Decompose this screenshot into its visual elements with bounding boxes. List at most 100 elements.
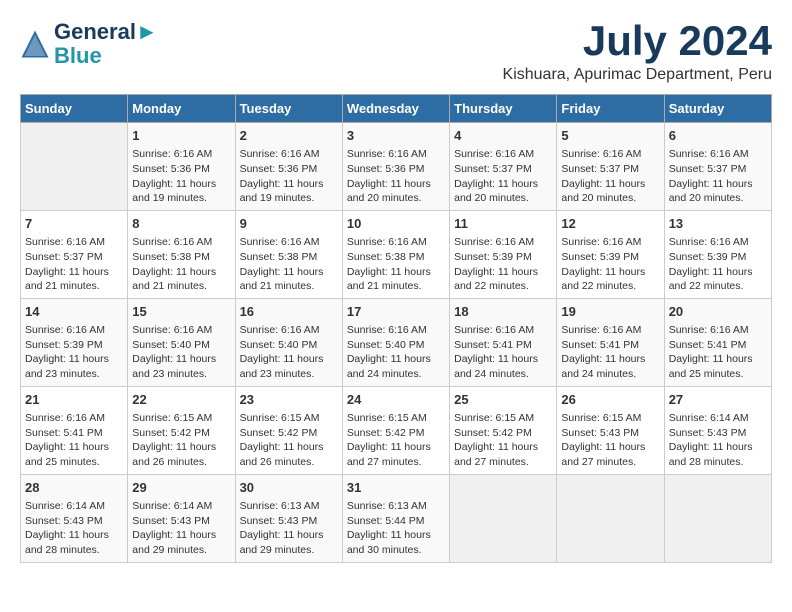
calendar-cell: 9 Sunrise: 6:16 AM Sunset: 5:38 PM Daylig… [235, 210, 342, 298]
day-info: Sunrise: 6:16 AM Sunset: 5:39 PM Dayligh… [454, 235, 552, 294]
day-info: Sunrise: 6:15 AM Sunset: 5:42 PM Dayligh… [347, 411, 445, 470]
calendar-cell: 21 Sunrise: 6:16 AM Sunset: 5:41 PM Dayli… [21, 386, 128, 474]
calendar-cell: 5 Sunrise: 6:16 AM Sunset: 5:37 PM Daylig… [557, 123, 664, 211]
weekday-header: Monday [128, 95, 235, 123]
day-number: 13 [669, 215, 767, 233]
day-number: 7 [25, 215, 123, 233]
day-info: Sunrise: 6:15 AM Sunset: 5:42 PM Dayligh… [240, 411, 338, 470]
calendar-week-row: 7 Sunrise: 6:16 AM Sunset: 5:37 PM Daylig… [21, 210, 772, 298]
calendar-cell: 25 Sunrise: 6:15 AM Sunset: 5:42 PM Dayli… [450, 386, 557, 474]
calendar-table: SundayMondayTuesdayWednesdayThursdayFrid… [20, 94, 772, 563]
calendar-cell: 19 Sunrise: 6:16 AM Sunset: 5:41 PM Dayli… [557, 298, 664, 386]
weekday-header: Friday [557, 95, 664, 123]
day-info: Sunrise: 6:16 AM Sunset: 5:37 PM Dayligh… [561, 147, 659, 206]
day-info: Sunrise: 6:15 AM Sunset: 5:42 PM Dayligh… [454, 411, 552, 470]
day-number: 10 [347, 215, 445, 233]
day-number: 15 [132, 303, 230, 321]
calendar-cell: 8Sunrise: 6:16 AM Sunset: 5:38 PM Daylig… [128, 210, 235, 298]
calendar-body: 1 Sunrise: 6:16 AM Sunset: 5:36 PM Daylig… [21, 123, 772, 563]
day-info: Sunrise: 6:16 AM Sunset: 5:39 PM Dayligh… [25, 323, 123, 382]
calendar-week-row: 21 Sunrise: 6:16 AM Sunset: 5:41 PM Dayli… [21, 386, 772, 474]
weekday-header: Tuesday [235, 95, 342, 123]
day-info: Sunrise: 6:16 AM Sunset: 5:38 PM Dayligh… [347, 235, 445, 294]
day-info: Sunrise: 6:16 AM Sunset: 5:39 PM Dayligh… [561, 235, 659, 294]
day-info: Sunrise: 6:16 AM Sunset: 5:38 PM Dayligh… [240, 235, 338, 294]
day-number: 30 [240, 479, 338, 497]
day-number: 14 [25, 303, 123, 321]
day-number: 3 [347, 127, 445, 145]
calendar-cell: 7 Sunrise: 6:16 AM Sunset: 5:37 PM Daylig… [21, 210, 128, 298]
day-number: 18 [454, 303, 552, 321]
day-number: 8 [132, 215, 230, 233]
day-info: Sunrise: 6:16 AM Sunset: 5:36 PM Dayligh… [132, 147, 230, 206]
calendar-cell: 31 Sunrise: 6:13 AM Sunset: 5:44 PM Dayli… [342, 474, 449, 562]
day-info: Sunrise: 6:16 AM Sunset: 5:40 PM Dayligh… [132, 323, 230, 382]
logo-text: General► Blue [54, 20, 158, 68]
day-info: Sunrise: 6:16 AM Sunset: 5:41 PM Dayligh… [454, 323, 552, 382]
day-number: 11 [454, 215, 552, 233]
calendar-cell: 12 Sunrise: 6:16 AM Sunset: 5:39 PM Dayli… [557, 210, 664, 298]
header: General► Blue July 2024 Kishuara, Apurim… [20, 20, 772, 84]
calendar-cell [557, 474, 664, 562]
day-number: 12 [561, 215, 659, 233]
day-number: 31 [347, 479, 445, 497]
day-number: 29 [132, 479, 230, 497]
calendar-cell: 24 Sunrise: 6:15 AM Sunset: 5:42 PM Dayli… [342, 386, 449, 474]
calendar-cell: 23 Sunrise: 6:15 AM Sunset: 5:42 PM Dayli… [235, 386, 342, 474]
day-number: 4 [454, 127, 552, 145]
calendar-cell: 22 Sunrise: 6:15 AM Sunset: 5:42 PM Dayli… [128, 386, 235, 474]
day-number: 23 [240, 391, 338, 409]
day-info: Sunrise: 6:16 AM Sunset: 5:36 PM Dayligh… [347, 147, 445, 206]
calendar-week-row: 14 Sunrise: 6:16 AM Sunset: 5:39 PM Dayli… [21, 298, 772, 386]
day-number: 28 [25, 479, 123, 497]
day-number: 5 [561, 127, 659, 145]
day-number: 24 [347, 391, 445, 409]
day-info: Sunrise: 6:15 AM Sunset: 5:42 PM Dayligh… [132, 411, 230, 470]
calendar-cell [664, 474, 771, 562]
calendar-cell: 14 Sunrise: 6:16 AM Sunset: 5:39 PM Dayli… [21, 298, 128, 386]
day-info: Sunrise: 6:16 AM Sunset: 5:41 PM Dayligh… [25, 411, 123, 470]
day-info: Sunrise: 6:15 AM Sunset: 5:43 PM Dayligh… [561, 411, 659, 470]
calendar-cell: 11 Sunrise: 6:16 AM Sunset: 5:39 PM Dayli… [450, 210, 557, 298]
day-info: Sunrise: 6:16 AM Sunset: 5:37 PM Dayligh… [454, 147, 552, 206]
calendar-cell: 26 Sunrise: 6:15 AM Sunset: 5:43 PM Dayli… [557, 386, 664, 474]
day-info: Sunrise: 6:14 AM Sunset: 5:43 PM Dayligh… [132, 499, 230, 558]
calendar-cell: 20Sunrise: 6:16 AM Sunset: 5:41 PM Dayli… [664, 298, 771, 386]
location-title: Kishuara, Apurimac Department, Peru [503, 66, 772, 84]
weekday-header: Wednesday [342, 95, 449, 123]
day-number: 19 [561, 303, 659, 321]
calendar-cell: 27 Sunrise: 6:14 AM Sunset: 5:43 PM Dayli… [664, 386, 771, 474]
day-number: 9 [240, 215, 338, 233]
day-info: Sunrise: 6:16 AM Sunset: 5:41 PM Dayligh… [561, 323, 659, 382]
calendar-header-row: SundayMondayTuesdayWednesdayThursdayFrid… [21, 95, 772, 123]
calendar-cell: 10 Sunrise: 6:16 AM Sunset: 5:38 PM Dayli… [342, 210, 449, 298]
day-info: Sunrise: 6:13 AM Sunset: 5:44 PM Dayligh… [347, 499, 445, 558]
calendar-cell: 30Sunrise: 6:13 AM Sunset: 5:43 PM Dayli… [235, 474, 342, 562]
calendar-week-row: 1 Sunrise: 6:16 AM Sunset: 5:36 PM Daylig… [21, 123, 772, 211]
day-info: Sunrise: 6:16 AM Sunset: 5:36 PM Dayligh… [240, 147, 338, 206]
calendar-cell [21, 123, 128, 211]
logo-icon [20, 29, 50, 59]
day-number: 1 [132, 127, 230, 145]
calendar-cell: 15 Sunrise: 6:16 AM Sunset: 5:40 PM Dayli… [128, 298, 235, 386]
day-number: 16 [240, 303, 338, 321]
calendar-cell [450, 474, 557, 562]
calendar-cell: 16Sunrise: 6:16 AM Sunset: 5:40 PM Dayli… [235, 298, 342, 386]
day-info: Sunrise: 6:16 AM Sunset: 5:39 PM Dayligh… [669, 235, 767, 294]
calendar-week-row: 28 Sunrise: 6:14 AM Sunset: 5:43 PM Dayli… [21, 474, 772, 562]
day-info: Sunrise: 6:14 AM Sunset: 5:43 PM Dayligh… [669, 411, 767, 470]
day-number: 25 [454, 391, 552, 409]
calendar-cell: 6Sunrise: 6:16 AM Sunset: 5:37 PM Daylig… [664, 123, 771, 211]
day-info: Sunrise: 6:16 AM Sunset: 5:37 PM Dayligh… [25, 235, 123, 294]
day-number: 21 [25, 391, 123, 409]
day-number: 22 [132, 391, 230, 409]
day-number: 26 [561, 391, 659, 409]
day-number: 27 [669, 391, 767, 409]
logo: General► Blue [20, 20, 158, 68]
day-info: Sunrise: 6:14 AM Sunset: 5:43 PM Dayligh… [25, 499, 123, 558]
calendar-cell: 18 Sunrise: 6:16 AM Sunset: 5:41 PM Dayli… [450, 298, 557, 386]
day-number: 20 [669, 303, 767, 321]
day-number: 6 [669, 127, 767, 145]
calendar-cell: 2Sunrise: 6:16 AM Sunset: 5:36 PM Daylig… [235, 123, 342, 211]
weekday-header: Thursday [450, 95, 557, 123]
